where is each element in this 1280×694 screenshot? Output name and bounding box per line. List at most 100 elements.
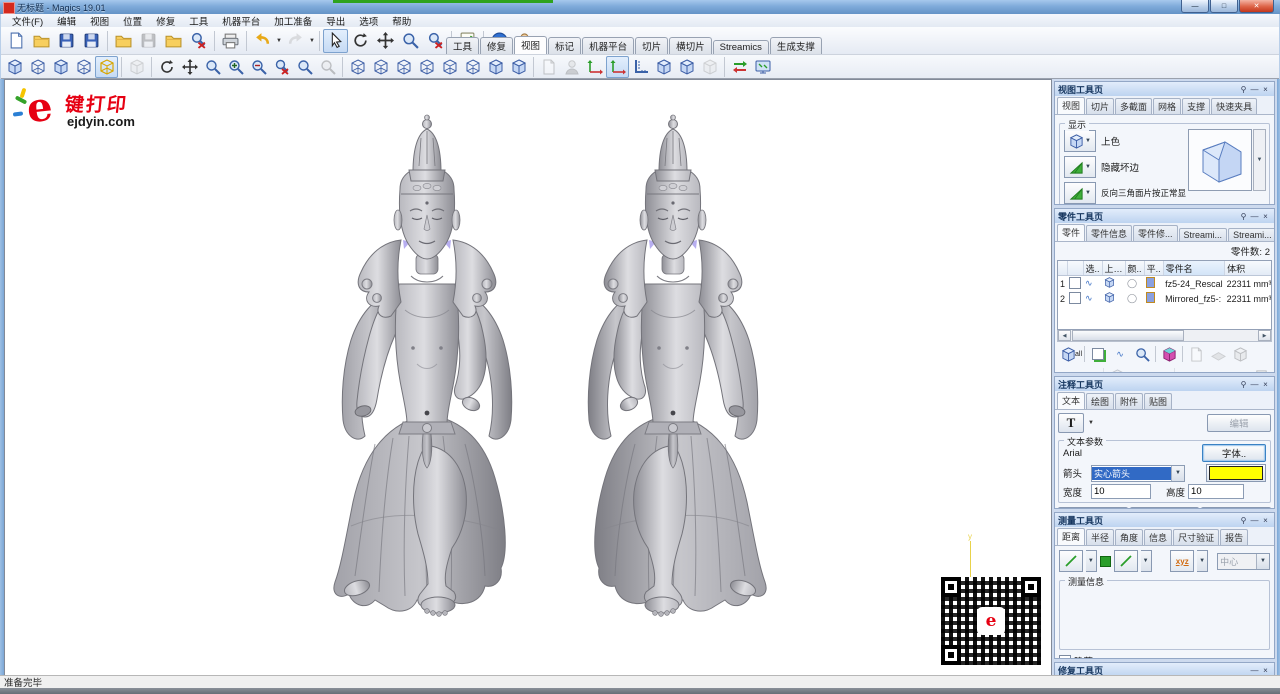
select-cursor-icon[interactable] <box>323 29 348 53</box>
width-input[interactable] <box>1091 484 1151 499</box>
menu-machine[interactable]: 机器平台 <box>215 14 267 28</box>
tab-measure-info[interactable]: 信息 <box>1144 529 1172 545</box>
color-state-icon[interactable]: ◯ <box>1125 276 1144 292</box>
row-visible-checkbox[interactable] <box>1069 277 1081 289</box>
tab-annotate-attach[interactable]: 附件 <box>1115 393 1143 409</box>
save-part-icon[interactable] <box>136 29 161 53</box>
restore-button[interactable]: □ <box>1210 0 1238 13</box>
add-part-icon[interactable]: ≡ <box>1057 366 1079 372</box>
arrow-color-button[interactable] <box>1206 464 1266 482</box>
list-info-icon[interactable]: ≡ <box>1199 366 1221 372</box>
panel-minimize-icon[interactable]: — <box>1249 380 1260 389</box>
panel-minimize-icon[interactable]: — <box>1249 516 1260 525</box>
tab-fix[interactable]: 修复 <box>480 37 513 54</box>
view-shade-icon[interactable] <box>3 56 26 78</box>
tab-measure-verify[interactable]: 尺寸验证 <box>1173 529 1219 545</box>
edit-button[interactable]: 编辑 <box>1207 414 1271 432</box>
tab-measure-radius[interactable]: 半径 <box>1086 529 1114 545</box>
panel-close-icon[interactable]: × <box>1260 666 1271 675</box>
view-front-icon[interactable] <box>346 56 369 78</box>
scroll-right-icon[interactable]: ▶ <box>1258 330 1271 341</box>
render-cube-icon[interactable] <box>1102 291 1125 306</box>
open-icon[interactable] <box>29 29 54 53</box>
export-part-icon[interactable] <box>1250 366 1272 372</box>
menu-build-prep[interactable]: 加工准备 <box>267 14 319 28</box>
menu-edit[interactable]: 编辑 <box>50 14 83 28</box>
undo-dropdown-icon[interactable]: ▼ <box>275 38 283 44</box>
menu-position[interactable]: 位置 <box>116 14 149 28</box>
undo-icon[interactable] <box>250 29 275 53</box>
view-cube-preview[interactable] <box>1188 129 1252 191</box>
parts-table[interactable]: 选.. 上… 颜.. 平.. 零件名 体积 数 1 <box>1057 260 1272 330</box>
tab-annotate-draw[interactable]: 绘图 <box>1086 393 1114 409</box>
axes-icon[interactable] <box>583 56 606 78</box>
tab-annotate-decal[interactable]: 贴图 <box>1144 393 1172 409</box>
tab-parts-fix[interactable]: 零件修... <box>1133 225 1178 241</box>
height-input[interactable] <box>1188 484 1244 499</box>
panel-minimize-icon[interactable]: — <box>1249 212 1260 221</box>
swap-arrows-icon[interactable] <box>728 56 751 78</box>
ruler-icon[interactable] <box>629 56 652 78</box>
statue-models[interactable] <box>5 80 1052 676</box>
panel-minimize-icon[interactable]: — <box>1249 85 1260 94</box>
toggle-selection-icon[interactable] <box>1087 344 1109 364</box>
redo-icon[interactable] <box>283 29 308 53</box>
tab-measure-report[interactable]: 报告 <box>1220 529 1248 545</box>
text-tool-button[interactable]: T <box>1058 413 1084 433</box>
green-triangle-icon[interactable]: ▼ <box>1064 156 1096 178</box>
menu-help[interactable]: 帮助 <box>385 14 418 28</box>
view-selected-icon[interactable] <box>1131 344 1153 364</box>
parts-table-hscrollbar[interactable]: ◀ ▶ <box>1057 330 1272 342</box>
link-mode-icon[interactable] <box>1100 556 1111 567</box>
measure-point-icon[interactable] <box>1059 550 1083 572</box>
view-back-icon[interactable] <box>369 56 392 78</box>
tab-cross-slices[interactable]: 横切片 <box>669 37 712 54</box>
scroll-thumb[interactable] <box>1072 330 1184 341</box>
table-row[interactable]: 1 ∿ ◯ fz5-24_Rescal 22311 mm³ 0 <box>1058 276 1272 292</box>
fit-all-icon[interactable]: ∿ <box>1109 344 1131 364</box>
axes-active-icon[interactable] <box>606 56 629 78</box>
tab-streamics[interactable]: Streamics <box>713 40 769 54</box>
new-file-icon[interactable] <box>4 29 29 53</box>
screen-fit-icon[interactable] <box>751 56 774 78</box>
pin-icon[interactable]: ⚲ <box>1238 516 1249 525</box>
menu-export[interactable]: 导出 <box>319 14 352 28</box>
view-panel-titlebar[interactable]: 视图工具页 ⚲ — × <box>1055 82 1274 96</box>
menu-file[interactable]: 文件(F) <box>5 14 50 28</box>
parts-panel-titlebar[interactable]: 零件工具页 ⚲ — × <box>1055 209 1274 223</box>
unzoom-icon[interactable] <box>423 29 448 53</box>
row-visible-checkbox[interactable] <box>1069 292 1081 304</box>
panel-close-icon[interactable]: × <box>1260 85 1271 94</box>
tab-measure-angle[interactable]: 角度 <box>1115 529 1143 545</box>
tab-parts-info[interactable]: 零件信息 <box>1086 225 1132 241</box>
tab-annotations[interactable]: 标记 <box>548 37 581 54</box>
view-triangles-icon[interactable] <box>72 56 95 78</box>
merge-parts-icon[interactable] <box>1185 344 1207 364</box>
tab-parts-streamics1[interactable]: Streami... <box>1179 228 1228 241</box>
cube-ghost-icon[interactable] <box>698 56 721 78</box>
rotate-view-icon[interactable] <box>155 56 178 78</box>
colored-part-icon[interactable] <box>1158 344 1180 364</box>
render-cube-icon[interactable] <box>1102 276 1125 292</box>
zoom-in-icon[interactable] <box>224 56 247 78</box>
view-hidden-wire-icon[interactable] <box>49 56 72 78</box>
minimize-button[interactable]: — <box>1181 0 1209 13</box>
clear-all-button[interactable]: 清除所有 <box>1130 507 1200 508</box>
pin-icon[interactable]: ⚲ <box>1238 212 1249 221</box>
view-bottom-icon[interactable] <box>461 56 484 78</box>
shade-mode-icon[interactable]: ∿ <box>1083 276 1102 292</box>
delete-part-icon[interactable] <box>186 29 211 53</box>
open-part-icon[interactable] <box>111 29 136 53</box>
cube-preview-dropdown-icon[interactable]: ▼ <box>1253 129 1266 191</box>
lamp-icon[interactable] <box>560 56 583 78</box>
shade-mode-icon[interactable]: ∿ <box>1083 291 1102 306</box>
measure-panel-titlebar[interactable]: 测量工具页 ⚲ — × <box>1055 513 1274 527</box>
green-triangle-icon[interactable]: ▼ <box>1064 182 1096 204</box>
zoom-icon[interactable] <box>398 29 423 53</box>
title-bar[interactable]: 无标题 - Magics 19.01 — □ ✕ <box>0 0 1280 14</box>
tab-measure-distance[interactable]: 距离 <box>1057 528 1085 545</box>
unzoom-all-icon[interactable] <box>270 56 293 78</box>
tab-slices[interactable]: 切片 <box>635 37 668 54</box>
list-indent-icon[interactable]: ≡ <box>1177 366 1199 372</box>
save-icon[interactable] <box>54 29 79 53</box>
